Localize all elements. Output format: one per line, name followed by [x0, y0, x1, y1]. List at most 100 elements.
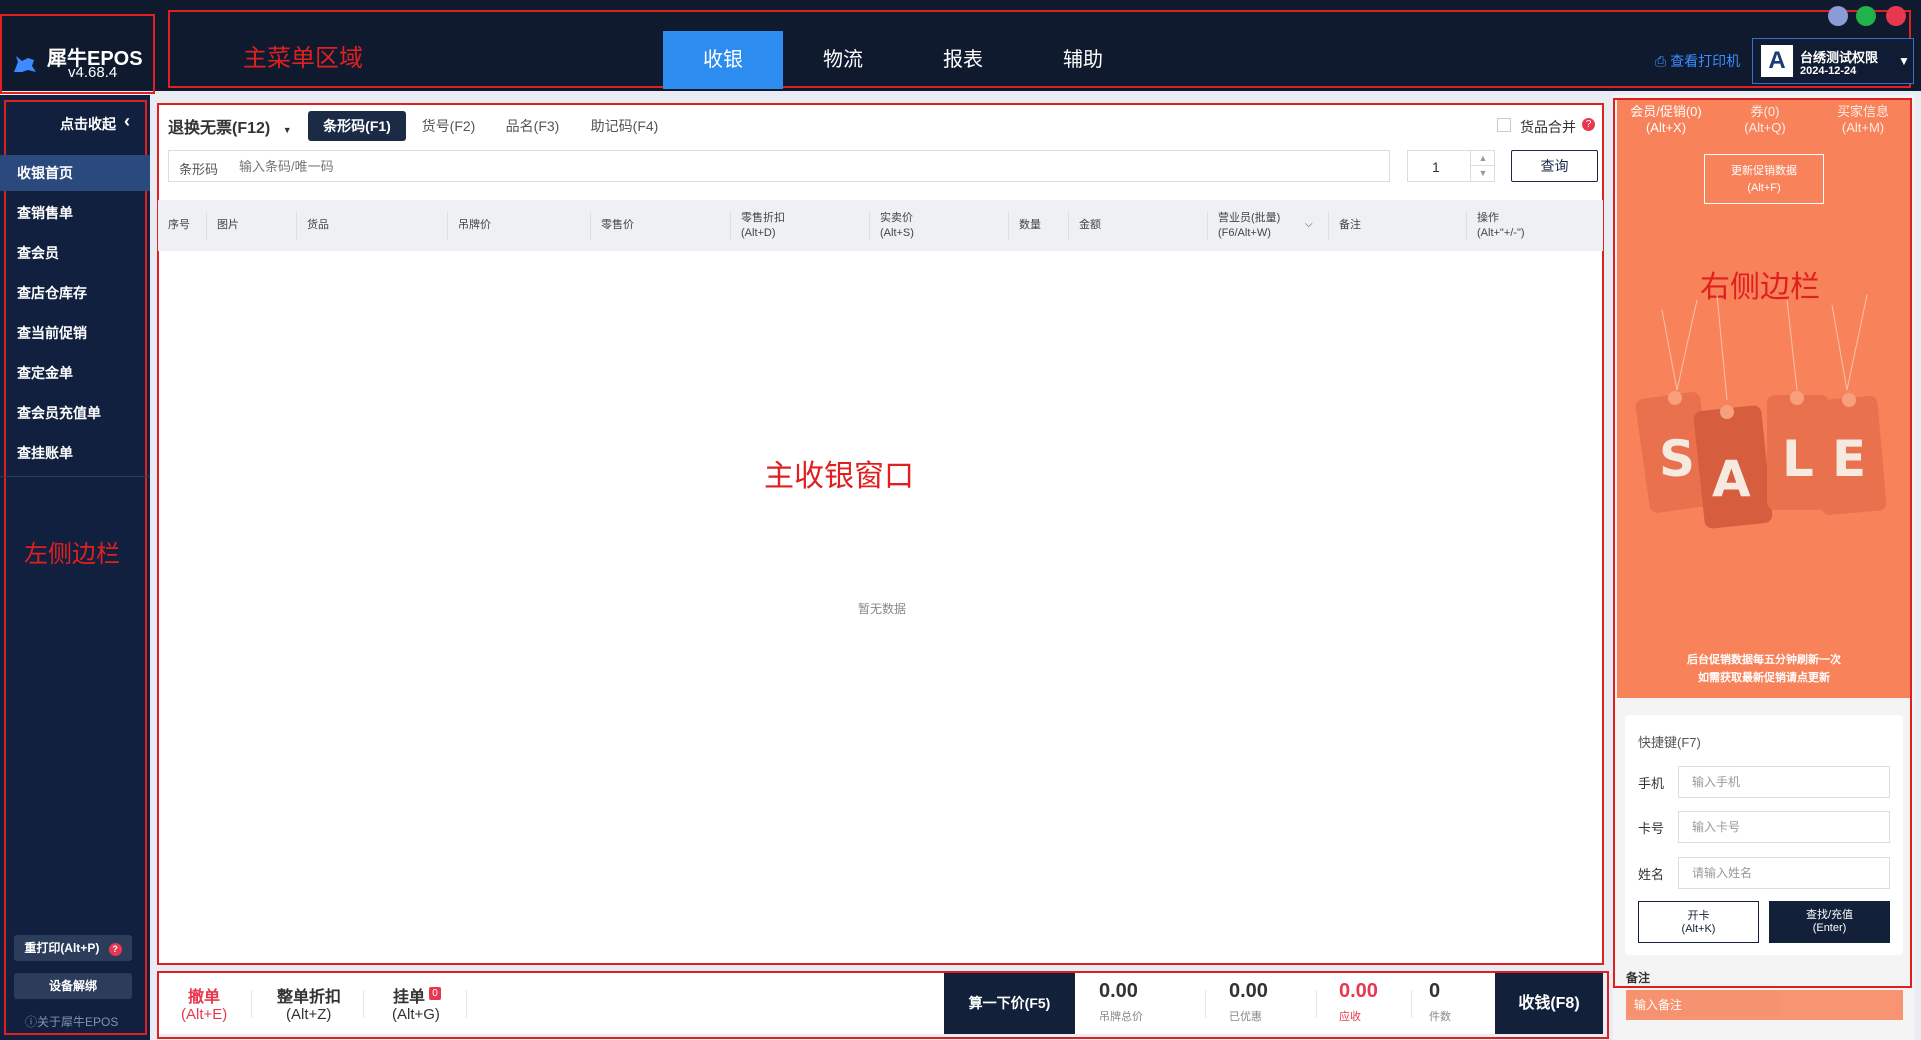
- column-divider: [447, 212, 448, 240]
- caret-down-icon: ▼: [282, 125, 292, 135]
- reprint-button[interactable]: 重打印(Alt+P) ?: [14, 935, 132, 961]
- hold-count-badge: 0: [429, 987, 441, 1000]
- column-operation-key: (Alt+"+/-"): [1477, 227, 1525, 239]
- caret-down-icon: ▼: [1898, 54, 1910, 68]
- column-seq: 序号: [168, 219, 190, 231]
- nav-tab-assist[interactable]: 辅助: [1023, 31, 1143, 89]
- note-label: 备注: [1626, 971, 1651, 985]
- divider: [1316, 990, 1317, 1018]
- whole-discount-key: (Alt+Z): [286, 1006, 332, 1023]
- sidebar-item-credit-orders[interactable]: 查挂账单: [0, 435, 150, 471]
- nav-tab-reports[interactable]: 报表: [903, 31, 1023, 89]
- annotation-main-window: 主收银窗口: [764, 459, 914, 494]
- maximize-icon[interactable]: [1856, 6, 1876, 26]
- sidebar-item-members[interactable]: 查会员: [0, 235, 150, 271]
- sidebar-item-cashier-home[interactable]: 收银首页: [0, 155, 150, 191]
- refund-dropdown-label: 退换无票(F12): [168, 120, 271, 137]
- column-actual-price: 实卖价: [880, 212, 913, 224]
- tab-product-name[interactable]: 品名(F3): [495, 111, 570, 141]
- view-printer-label: 查看打印机: [1670, 53, 1741, 69]
- sidebar-item-store-stock[interactable]: 查店仓库存: [0, 275, 150, 311]
- quantity-value: 1: [1432, 159, 1440, 175]
- column-tag-price: 吊牌价: [458, 219, 491, 231]
- cancel-order-label: 撤单: [188, 989, 221, 1006]
- merge-goods-checkbox[interactable]: [1497, 118, 1511, 132]
- item-count-label: 件数: [1429, 1011, 1451, 1023]
- hold-order-key: (Alt+G): [392, 1006, 440, 1023]
- user-menu[interactable]: A 台绣测试权限 2024-12-24 ▼: [1752, 38, 1914, 84]
- column-qty: 数量: [1019, 219, 1041, 231]
- divider: [363, 990, 364, 1018]
- collect-payment-button[interactable]: 收钱(F8): [1495, 973, 1603, 1034]
- sidebar-item-member-recharge[interactable]: 查会员充值单: [0, 395, 150, 431]
- divider: [466, 990, 467, 1018]
- cancel-order-key: (Alt+E): [181, 1006, 228, 1023]
- tag-total-label: 吊牌总价: [1099, 1011, 1143, 1023]
- barcode-input[interactable]: [239, 155, 1379, 177]
- discounted-label: 已优惠: [1229, 1011, 1262, 1023]
- collapse-sidebar-label[interactable]: 点击收起: [60, 114, 116, 134]
- printer-icon: ⎙: [1655, 53, 1671, 69]
- search-label: 条形码: [179, 162, 219, 177]
- view-printer-link[interactable]: ⎙ 查看打印机: [1655, 51, 1740, 71]
- discounted-value: 0.00: [1229, 980, 1268, 1002]
- column-amount: 金额: [1079, 219, 1101, 231]
- column-divider: [1466, 212, 1467, 240]
- column-retail-discount-key: (Alt+D): [741, 227, 776, 239]
- column-image: 图片: [217, 219, 239, 231]
- note-input[interactable]: 输入备注: [1626, 990, 1903, 1020]
- column-divider: [1207, 212, 1208, 240]
- quantity-stepper[interactable]: 1 ▲ ▼: [1407, 150, 1495, 182]
- merge-goods-label: 货品合并: [1520, 119, 1576, 135]
- app-version: v4.68.4: [68, 64, 118, 81]
- minimize-icon[interactable]: [1828, 6, 1848, 26]
- sidebar-item-deposit-orders[interactable]: 查定金单: [0, 355, 150, 391]
- column-divider: [730, 212, 731, 240]
- column-salesperson: 营业员(批量): [1218, 212, 1281, 224]
- query-button[interactable]: 查询: [1511, 150, 1598, 182]
- about-link[interactable]: ⓘ关于犀牛EPOS: [25, 1013, 118, 1030]
- divider: [1411, 990, 1412, 1018]
- decrement-icon[interactable]: ▼: [1470, 166, 1495, 181]
- column-retail-discount: 零售折扣: [741, 212, 785, 224]
- column-remark: 备注: [1339, 219, 1361, 231]
- barcode-search-row: 条形码: [168, 150, 1390, 182]
- column-retail-price: 零售价: [601, 219, 634, 231]
- nav-tab-cashier[interactable]: 收银: [663, 31, 783, 89]
- device-unbind-button[interactable]: 设备解绑: [14, 973, 132, 999]
- column-salesperson-key: (F6/Alt+W): [1218, 227, 1271, 239]
- rhino-logo-icon: [14, 56, 36, 72]
- chevron-left-icon[interactable]: ‹: [124, 111, 130, 132]
- help-icon[interactable]: ?: [1582, 118, 1595, 131]
- tab-mnemonic[interactable]: 助记码(F4): [582, 111, 667, 141]
- sidebar-item-current-promos[interactable]: 查当前促销: [0, 315, 150, 351]
- annotation-menu-area: 主菜单区域: [243, 44, 363, 72]
- increment-icon[interactable]: ▲: [1470, 151, 1495, 166]
- annotation-left-sidebar: 左侧边栏: [24, 540, 120, 568]
- tag-total-value: 0.00: [1099, 980, 1138, 1002]
- nav-tab-logistics[interactable]: 物流: [783, 31, 903, 89]
- divider: [251, 990, 252, 1018]
- column-divider: [869, 212, 870, 240]
- refund-no-receipt-dropdown[interactable]: 退换无票(F12) ▼: [168, 114, 292, 138]
- column-operation: 操作: [1477, 212, 1499, 224]
- sidebar-item-sales-orders[interactable]: 查销售单: [0, 195, 150, 231]
- column-divider: [590, 212, 591, 240]
- column-actual-price-key: (Alt+S): [880, 227, 914, 239]
- calculate-price-button[interactable]: 算一下价(F5): [944, 973, 1075, 1034]
- column-divider: [1008, 212, 1009, 240]
- help-icon: ?: [108, 943, 122, 956]
- column-divider: [206, 212, 207, 240]
- column-divider: [1068, 212, 1069, 240]
- column-divider: [1328, 212, 1329, 240]
- tab-sku[interactable]: 货号(F2): [411, 111, 486, 141]
- reprint-label: 重打印(Alt+P): [24, 941, 100, 955]
- right-sidebar-outline: [1613, 98, 1912, 988]
- receivable-label: 应收: [1339, 1011, 1361, 1023]
- user-avatar: A: [1761, 45, 1793, 77]
- chevron-down-icon[interactable]: ⌵: [1305, 217, 1313, 232]
- user-date: 2024-12-24: [1800, 65, 1857, 77]
- app-logo: 犀牛EPOS v4.68.4: [0, 14, 155, 94]
- close-icon[interactable]: [1886, 6, 1906, 26]
- tab-barcode[interactable]: 条形码(F1): [308, 111, 406, 141]
